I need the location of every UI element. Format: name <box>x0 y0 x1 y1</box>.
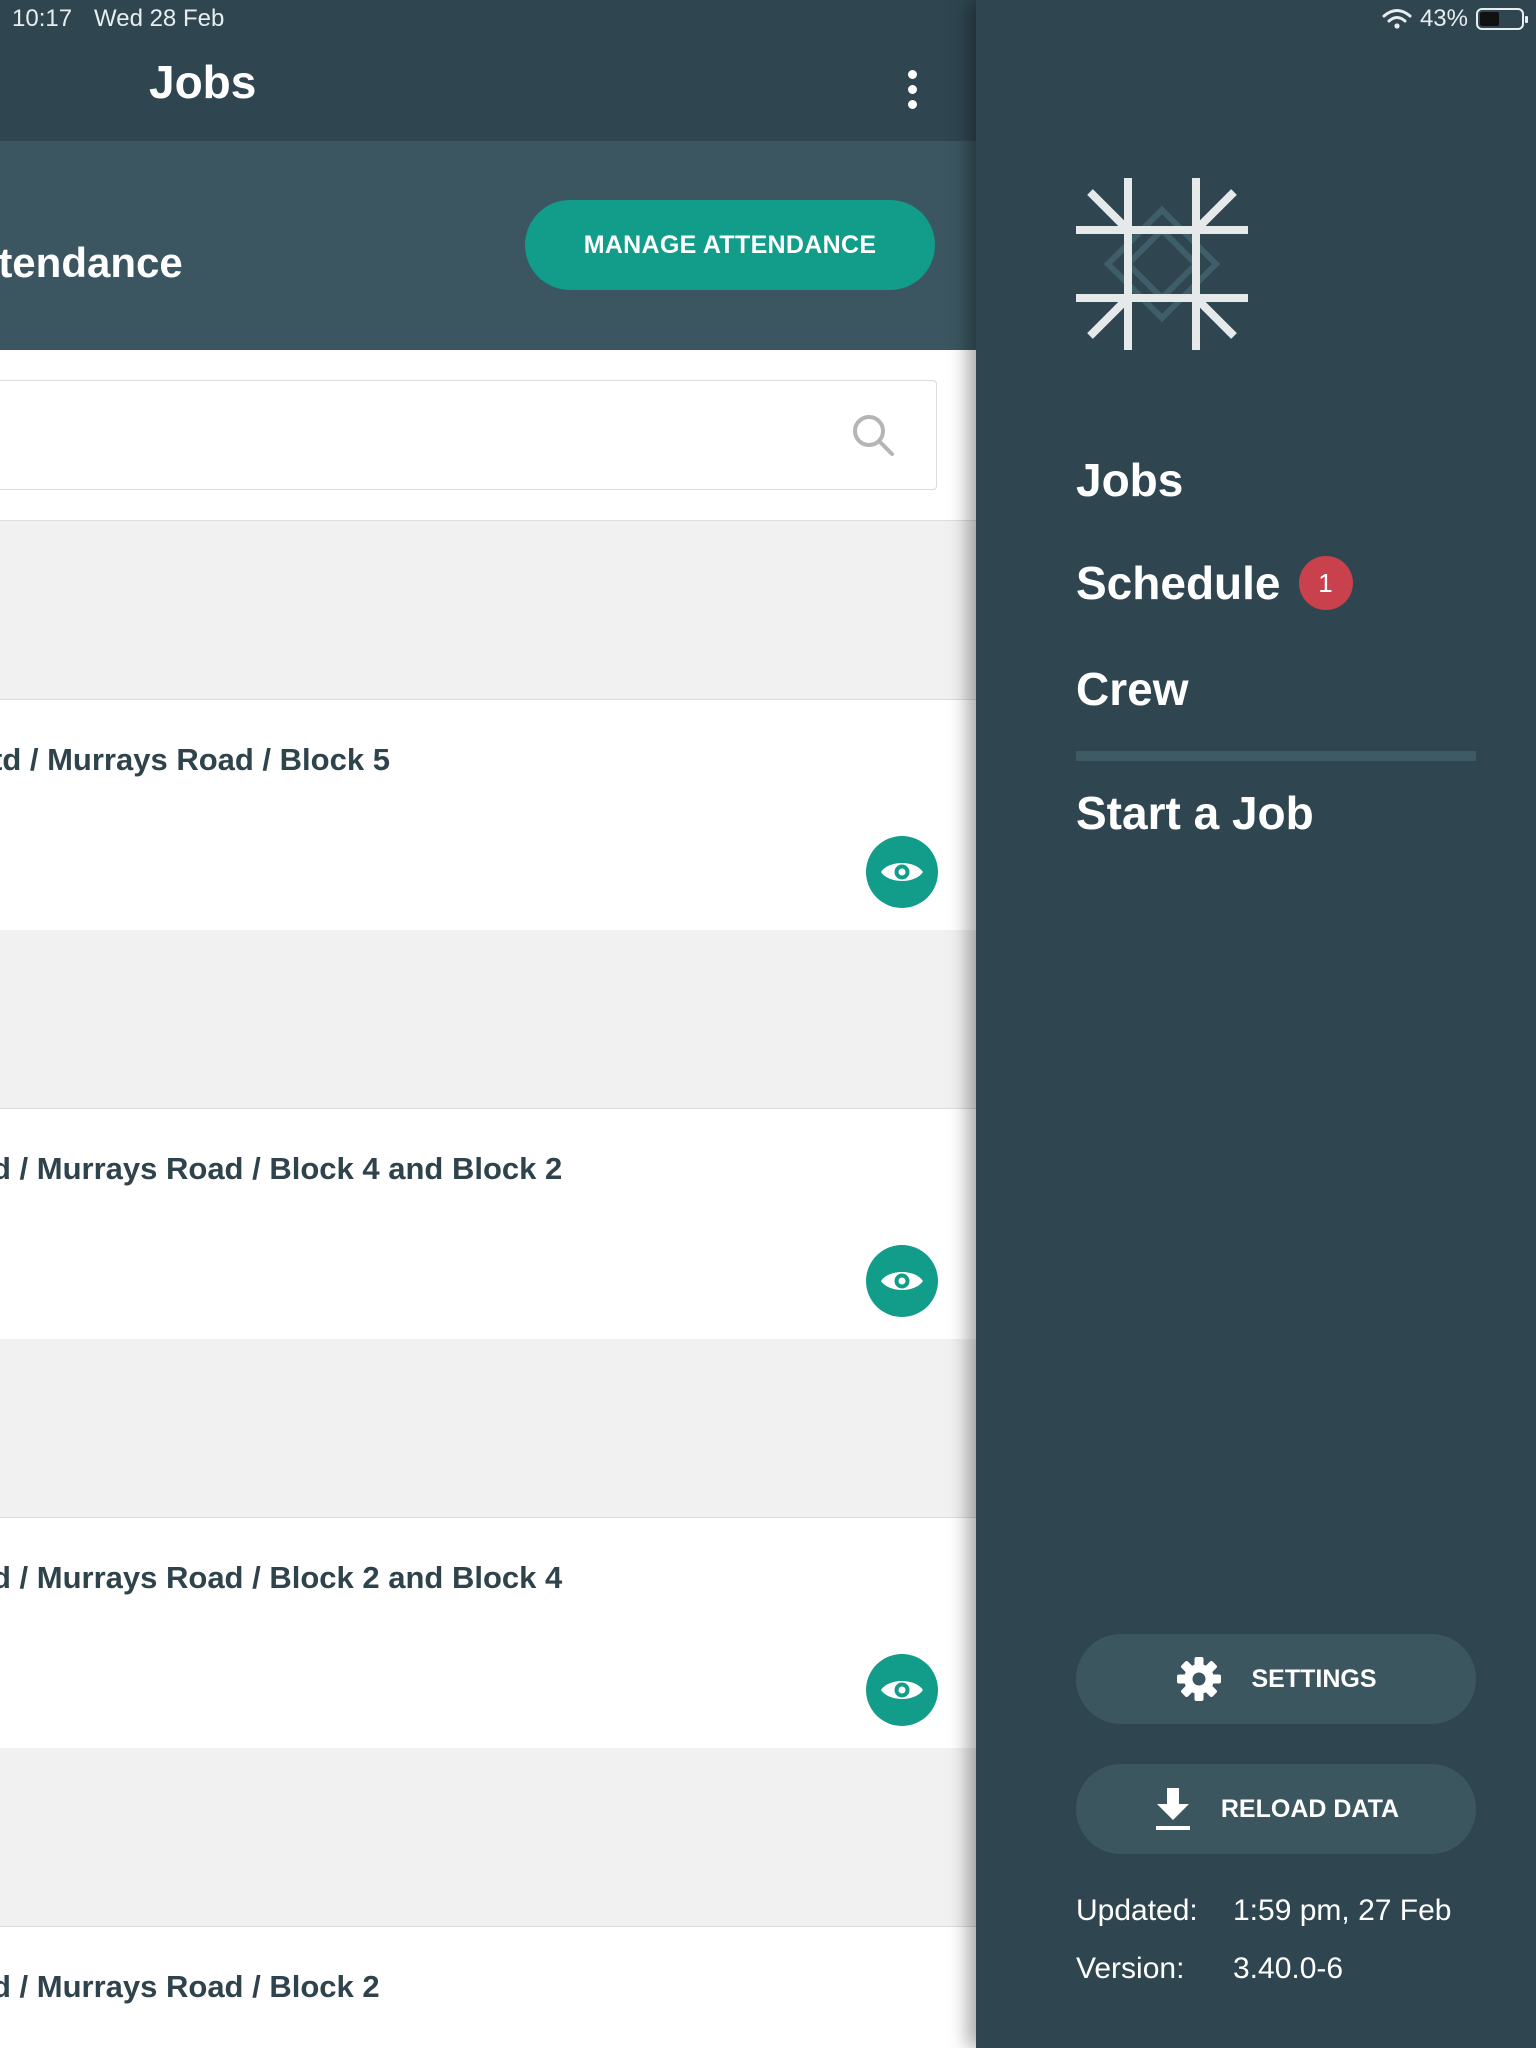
last-updated: Updated: 1:59 pm, 27 Feb <box>1076 1894 1451 1928</box>
page-title: Jobs <box>149 56 257 108</box>
view-job-button[interactable] <box>866 1245 938 1317</box>
search-input[interactable] <box>0 380 937 490</box>
job-list-item[interactable]: d / Murrays Road / Block 2 <box>0 1927 976 2048</box>
app-bar: 10:17 Wed 28 Feb Jobs <box>0 0 976 141</box>
wifi-icon <box>1382 9 1412 29</box>
nav-divider <box>1076 751 1476 761</box>
job-title: d / Murrays Road / Block 4 and Block 2 <box>0 1151 563 1186</box>
reload-data-label: RELOAD DATA <box>1220 1794 1400 1823</box>
download-icon <box>1155 1788 1190 1830</box>
status-date: Wed 28 Feb <box>94 5 225 32</box>
gear-icon <box>1177 1657 1222 1701</box>
app-logo-icon <box>1076 178 1248 350</box>
nav-item-crew[interactable]: Crew <box>1076 662 1188 716</box>
eye-icon <box>881 863 923 881</box>
jobs-screen: 10:17 Wed 28 Feb Jobs Attendance MANAGE … <box>0 0 976 2048</box>
version-value: 3.40.0-6 <box>1233 1952 1344 1985</box>
navigation-drawer: 43% Jobs Schedule 1 Crew Start a Job SET… <box>976 0 1536 2048</box>
search-section <box>0 350 976 521</box>
job-title: d / Murrays Road / Block 2 and Block 4 <box>0 1560 563 1595</box>
view-job-button[interactable] <box>866 836 938 908</box>
nav-item-start-a-job[interactable]: Start a Job <box>1076 786 1314 840</box>
attendance-title: Attendance <box>0 239 183 286</box>
job-list-item[interactable]: td / Murrays Road / Block 5 <box>0 700 976 930</box>
job-list-item[interactable]: d / Murrays Road / Block 2 and Block 4 <box>0 1518 976 1748</box>
nav-item-label: Schedule <box>1076 557 1281 609</box>
search-icon[interactable] <box>849 411 897 459</box>
eye-icon <box>881 1681 923 1699</box>
job-list-item[interactable]: d / Murrays Road / Block 4 and Block 2 <box>0 1109 976 1339</box>
status-bar-left: 10:17 Wed 28 Feb <box>0 0 976 38</box>
nav-item-jobs[interactable]: Jobs <box>1076 453 1183 507</box>
list-spacer <box>0 1339 976 1518</box>
job-title: d / Murrays Road / Block 2 <box>0 1969 380 2004</box>
list-spacer <box>0 930 976 1109</box>
version-label: Version: <box>1076 1952 1185 1985</box>
updated-label: Updated: <box>1076 1894 1198 1927</box>
status-time: 10:17 <box>12 5 73 32</box>
app-version: Version: 3.40.0-6 <box>1076 1952 1343 1986</box>
settings-button[interactable]: SETTINGS <box>1076 1634 1476 1724</box>
reload-data-button[interactable]: RELOAD DATA <box>1076 1764 1476 1854</box>
more-options-icon[interactable] <box>898 70 926 110</box>
manage-attendance-button[interactable]: MANAGE ATTENDANCE <box>525 200 935 290</box>
updated-value: 1:59 pm, 27 Feb <box>1233 1894 1452 1927</box>
battery-icon <box>1476 8 1528 30</box>
battery-percent: 43% <box>1419 5 1468 32</box>
list-spacer <box>0 1748 976 1927</box>
settings-label: SETTINGS <box>1251 1664 1377 1693</box>
list-spacer <box>0 521 976 700</box>
status-bar-right: 43% <box>1382 5 1528 33</box>
eye-icon <box>881 1272 923 1290</box>
attendance-section: Attendance MANAGE ATTENDANCE <box>0 141 976 350</box>
view-job-button[interactable] <box>866 1654 938 1726</box>
job-title: td / Murrays Road / Block 5 <box>0 742 390 777</box>
notification-badge: 1 <box>1298 555 1353 610</box>
nav-item-schedule[interactable]: Schedule 1 <box>1076 555 1353 614</box>
